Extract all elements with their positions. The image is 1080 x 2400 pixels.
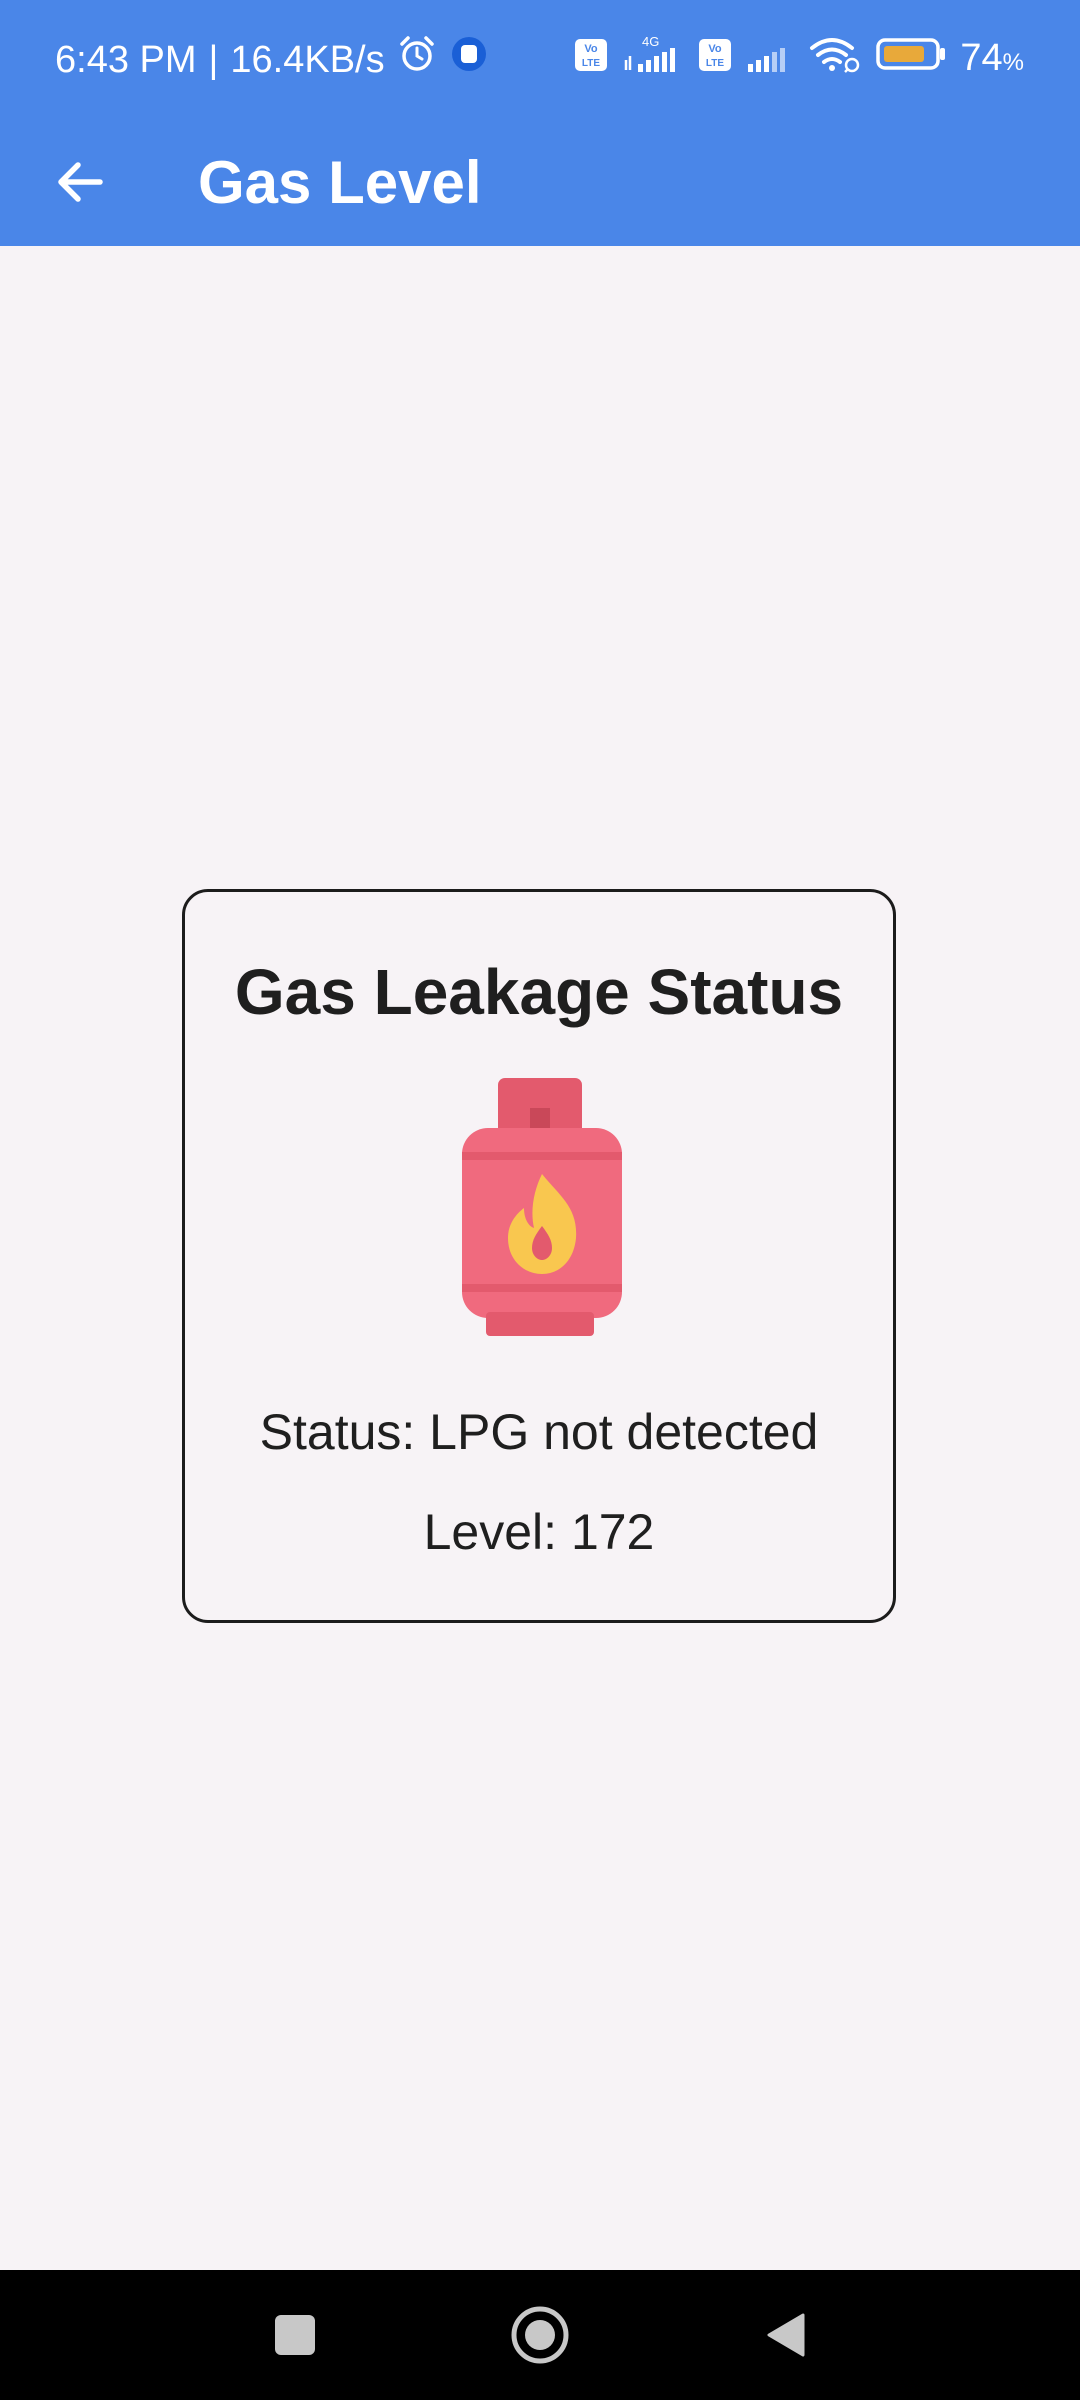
app-notification-icon: [449, 34, 489, 86]
battery-percent: 74%: [960, 34, 1024, 87]
battery-percent-value: 74: [960, 36, 1003, 79]
status-bar: 6:43 PM | 16.4KB/s Vo LTE 4G Vo LTE 74%: [0, 0, 1080, 118]
gas-cylinder-icon: [462, 1078, 622, 1338]
volte-icon: Vo LTE: [574, 36, 608, 84]
status-left: 6:43 PM | 16.4KB/s: [55, 36, 489, 84]
signal-icon: 4G: [622, 34, 684, 86]
battery-icon: [876, 36, 946, 84]
app-bar: Gas Level: [0, 118, 1080, 246]
gas-level-text: Level: 172: [423, 1504, 655, 1560]
recents-button[interactable]: [260, 2300, 330, 2370]
back-button[interactable]: [40, 142, 120, 222]
svg-text:LTE: LTE: [706, 58, 724, 69]
svg-text:Vo: Vo: [709, 43, 723, 55]
status-right: Vo LTE 4G Vo LTE 74%: [574, 34, 1024, 87]
svg-text:Vo: Vo: [585, 43, 599, 55]
signal-icon: [746, 34, 794, 86]
status-time: 6:43 PM: [55, 39, 197, 81]
volte-icon: Vo LTE: [698, 36, 732, 84]
card-title: Gas Leakage Status: [234, 956, 844, 1028]
status-separator: |: [208, 39, 219, 81]
system-nav-bar: [0, 2270, 1080, 2400]
network-type-label: 4G: [642, 34, 659, 49]
home-button[interactable]: [505, 2300, 575, 2370]
gas-status-text: Status: LPG not detected: [259, 1404, 819, 1460]
battery-percent-unit: %: [1002, 48, 1024, 76]
wifi-icon: [808, 34, 862, 86]
gas-status-card: Gas Leakage Status Status: LPG not detec…: [182, 889, 896, 1623]
back-triangle-icon: [767, 2313, 805, 2357]
alarm-icon: [397, 34, 437, 86]
nav-back-button[interactable]: [750, 2300, 820, 2370]
home-circle-icon: [511, 2306, 569, 2364]
recents-square-icon: [275, 2315, 315, 2355]
svg-text:LTE: LTE: [582, 58, 600, 69]
arrow-left-icon: [58, 162, 103, 202]
status-speed: 16.4KB/s: [230, 39, 385, 81]
page-title: Gas Level: [198, 148, 482, 216]
